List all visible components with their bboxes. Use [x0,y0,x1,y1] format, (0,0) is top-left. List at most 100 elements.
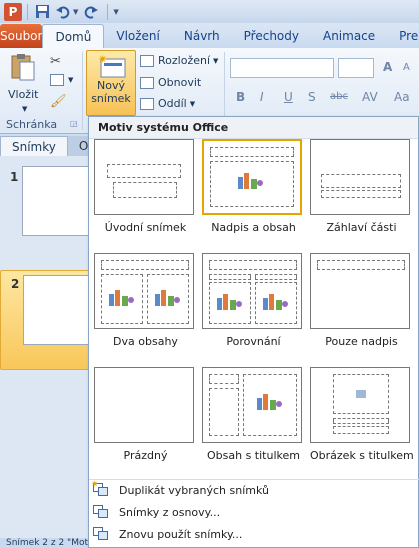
section-label: Oddíl [158,97,187,110]
slides-from-outline-item[interactable]: Snímky z osnovy... [89,501,419,523]
layout-blank[interactable]: Prázdný [94,367,197,462]
font-size-select[interactable] [338,58,374,78]
dropdown-header: Motiv systému Office [89,117,418,139]
content-placeholder-icon [155,290,180,306]
layout-button[interactable]: Rozložení ▼ [140,54,218,67]
layout-name: Záhlaví části [326,221,397,234]
undo-icon[interactable] [53,3,71,21]
new-slide-label-2: snímek [91,92,131,105]
layout-thumbnail [310,367,410,443]
paste-dropdown-icon[interactable]: ▼ [22,105,27,113]
layout-icon [140,54,154,67]
content-placeholder-icon [217,294,242,310]
layout-thumbnail [94,367,194,443]
grow-font-icon[interactable]: A [383,60,392,74]
menu-item-label: Snímky z osnovy... [119,505,221,519]
new-slide-button[interactable]: ✷ Nový snímek [86,50,136,116]
paste-icon [11,54,35,81]
italic-button[interactable]: I [260,90,264,104]
pane-tabs: Snímky Os [0,134,106,156]
tab-design[interactable]: Návrh [172,24,232,48]
font-family-select[interactable] [230,58,334,78]
layout-comparison[interactable]: Porovnání [202,253,305,348]
powerpoint-logo-icon[interactable]: P [4,2,22,21]
slide-thumbnail[interactable] [23,275,91,345]
tab-animations[interactable]: Animace [311,24,387,48]
svg-text:✷: ✷ [98,53,107,66]
bold-button[interactable]: B [236,90,245,104]
shrink-font-icon[interactable]: A [403,62,410,73]
qat-separator [107,3,109,20]
clipboard-group-label: Schránka [6,118,58,131]
tab-home[interactable]: Domů [42,24,105,48]
reuse-slides-item[interactable]: Znovu použít snímky... [89,523,419,545]
tab-slideshow[interactable]: Pre [387,24,419,48]
layout-name: Obsah s titulkem [207,449,300,462]
copy-button[interactable]: ▼ [50,74,73,86]
menu-item-label: Duplikát vybraných snímků [119,483,270,497]
tab-insert[interactable]: Vložení [104,24,172,48]
redo-icon[interactable] [82,3,100,21]
slides-pane: Snímky Os 1 2 [0,134,106,538]
group-separator [82,52,83,130]
layout-name: Pouze nadpis [325,335,398,348]
ribbon-tabs: Soubor Domů Vložení Návrh Přechody Anima… [0,23,419,48]
layout-name: Dva obsahy [113,335,178,348]
case-icon[interactable]: Aa [394,90,410,104]
layout-label: Rozložení [158,54,211,67]
customize-qat-icon[interactable]: ▼ [113,8,118,16]
layout-title-only[interactable]: Pouze nadpis [310,253,413,348]
slide-thumbnail-row[interactable]: 1 [0,164,90,264]
new-slide-layout-dropdown: Motiv systému Office Úvodní snímek Nadpi… [88,116,419,548]
content-placeholder-icon [238,173,263,189]
picture-placeholder-icon [356,390,366,398]
layout-thumbnail [310,253,410,329]
layout-name: Porovnání [226,335,281,348]
cut-button[interactable]: ✂ [50,54,61,69]
format-painter-button[interactable]: 🖌 [50,94,67,109]
clipboard-launcher-icon[interactable]: ◲ [70,119,78,128]
layout-name: Úvodní snímek [104,221,187,234]
reuse-slides-icon [93,527,109,541]
paste-label: Vložit [8,88,39,101]
layout-section-header[interactable]: Záhlaví části [310,139,413,234]
tab-slides[interactable]: Snímky [0,136,68,156]
slide-thumbnail[interactable] [22,166,90,236]
slide-number: 1 [10,170,19,184]
layout-thumbnail [202,367,302,443]
duplicate-slides-item[interactable]: ✷ Duplikát vybraných snímků [89,479,419,501]
content-placeholder-icon [257,394,282,410]
underline-button[interactable]: U [284,90,293,104]
save-icon[interactable] [33,3,51,21]
slide-number: 2 [11,277,20,291]
quick-access-toolbar: P ▼ ▼ [0,0,419,23]
strikethrough-button[interactable]: abc [330,91,348,102]
paste-button[interactable]: Vložit [8,52,38,101]
layout-title-slide[interactable]: Úvodní snímek [94,139,197,234]
menu-item-label: Znovu použít snímky... [119,527,243,541]
qat-separator [27,3,28,20]
tab-transitions[interactable]: Přechody [232,24,311,48]
layout-thumbnail [202,253,302,329]
content-placeholder-icon [109,290,134,306]
layout-picture-caption[interactable]: Obrázek s titulkem [310,367,414,462]
tab-file[interactable]: Soubor [0,24,43,48]
outline-icon [93,505,109,519]
layout-thumbnail [94,139,194,215]
layout-two-content[interactable]: Dva obsahy [94,253,197,348]
section-button[interactable]: Oddíl ▼ [140,97,195,110]
reset-button[interactable]: Obnovit [140,76,201,89]
layout-thumbnail [202,139,302,215]
reset-icon [140,76,154,89]
copy-icon [50,74,64,86]
duplicate-slides-icon: ✷ [91,480,109,497]
slide-thumbnail-row-selected[interactable]: 2 [0,270,91,370]
layout-content-caption[interactable]: Obsah s titulkem [202,367,305,462]
new-slide-icon: ✷ [98,53,126,78]
layout-thumbnail [94,253,194,329]
layout-title-content[interactable]: Nadpis a obsah [202,139,305,234]
reset-label: Obnovit [158,76,202,89]
shadow-button[interactable]: S [308,90,316,104]
undo-dropdown-icon[interactable]: ▼ [73,8,78,16]
spacing-icon[interactable]: AV [362,90,378,104]
